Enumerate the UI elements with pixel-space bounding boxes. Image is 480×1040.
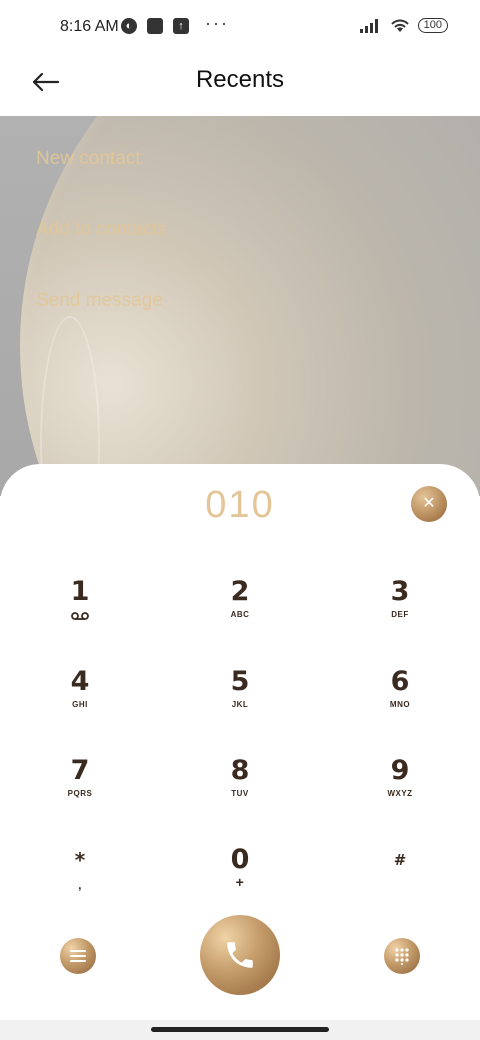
wallpaper-background: New contact Add to contacts Send message: [0, 116, 480, 496]
close-icon: ✕: [422, 495, 436, 512]
key-digit: 5: [230, 666, 250, 697]
key-letters: TUV: [231, 789, 249, 798]
key-digit: 9: [390, 755, 410, 786]
key-letters: WXYZ: [387, 789, 413, 798]
phone-icon: [227, 942, 253, 968]
key-digit: *: [74, 848, 86, 872]
key-3[interactable]: 3 DEF: [350, 576, 450, 646]
menu-item-new-contact[interactable]: New contact: [36, 148, 141, 170]
wifi-icon: [390, 19, 409, 32]
more-dots-icon: ···: [205, 12, 229, 33]
key-letters: +: [235, 874, 245, 890]
menu-item-add-to-contacts[interactable]: Add to contacts: [36, 219, 167, 241]
key-4[interactable]: 4 GHI: [30, 666, 130, 736]
key-digit: 2: [230, 576, 250, 607]
key-7[interactable]: 7 PQRS: [30, 755, 130, 825]
key-letters: DEF: [391, 610, 409, 619]
key-letters: MNO: [389, 700, 411, 709]
status-bar: 8:16 AM ◐ ↑ ··· 100: [0, 0, 480, 56]
key-star[interactable]: * ,: [30, 844, 130, 914]
clear-button[interactable]: ✕: [411, 486, 447, 522]
key-0[interactable]: 0 +: [190, 844, 290, 914]
signal-icon: [359, 18, 378, 33]
keypad-toggle-button[interactable]: [384, 938, 420, 974]
key-letters: ,: [78, 878, 82, 892]
call-button[interactable]: [200, 915, 280, 995]
dialed-number: 010: [205, 484, 275, 526]
menu-button[interactable]: [60, 938, 96, 974]
key-5[interactable]: 5 JKL: [190, 666, 290, 736]
key-letters: JKL: [231, 700, 249, 709]
status-time: 8:16 AM: [60, 18, 119, 35]
key-letters: ABC: [230, 610, 250, 619]
app-header: Recents: [0, 56, 480, 116]
key-digit: 4: [70, 666, 90, 697]
key-2[interactable]: 2 ABC: [190, 576, 290, 646]
keypad-icon: [395, 948, 409, 965]
key-letters: GHI: [72, 700, 88, 709]
home-indicator[interactable]: [151, 1027, 329, 1032]
page-title: Recents: [195, 66, 285, 93]
hamburger-icon: [70, 950, 86, 962]
key-digit: 0: [230, 844, 250, 875]
key-8[interactable]: 8 TUV: [190, 755, 290, 825]
key-digit: 6: [390, 666, 410, 697]
key-hash[interactable]: #: [350, 844, 450, 914]
key-9[interactable]: 9 WXYZ: [350, 755, 450, 825]
upload-icon: ↑: [173, 18, 189, 34]
key-digit: 8: [230, 755, 250, 786]
app-icon-2: [147, 18, 163, 34]
key-digit: 7: [70, 755, 90, 786]
key-letters: PQRS: [67, 789, 93, 798]
notification-icons: ◐ ↑ ···: [121, 13, 229, 34]
app-icon-1: ◐: [121, 18, 137, 34]
menu-item-send-message[interactable]: Send message: [36, 290, 163, 312]
voicemail-icon: [71, 612, 89, 620]
key-digit: #: [393, 851, 407, 869]
system-icons: 100: [359, 18, 448, 33]
key-6[interactable]: 6 MNO: [350, 666, 450, 736]
battery-icon: 100: [417, 18, 448, 33]
key-1[interactable]: 1: [30, 576, 130, 646]
key-digit: 1: [70, 576, 90, 607]
key-digit: 3: [390, 576, 410, 607]
